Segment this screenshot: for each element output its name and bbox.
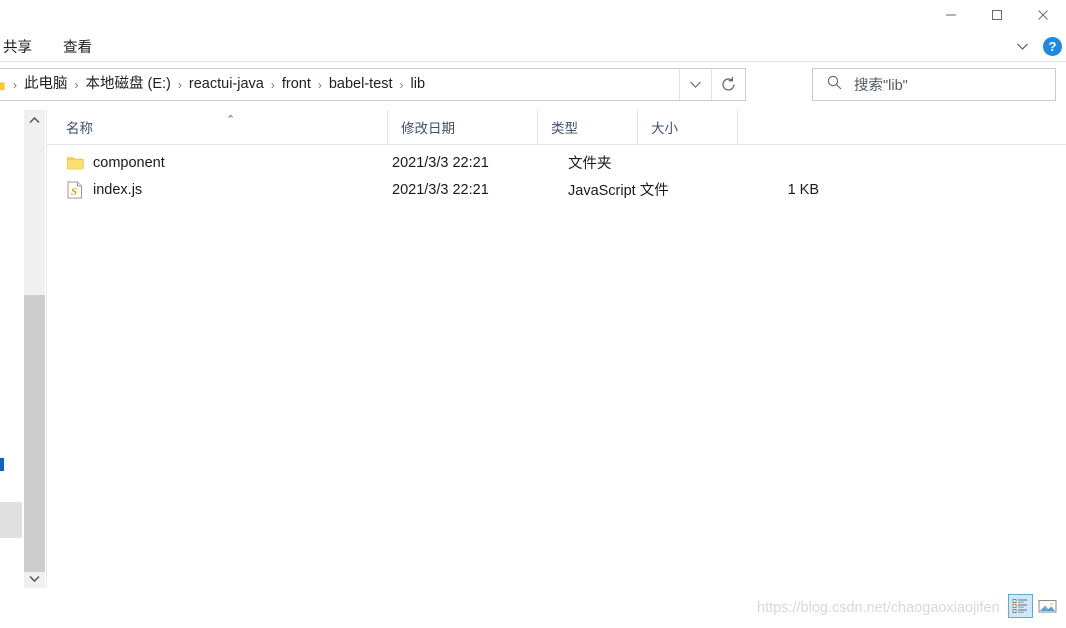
breadcrumb-item-reactui-java[interactable]: reactui-java — [184, 74, 269, 96]
address-bar-row: › 此电脑 › 本地磁盘 (E:) › reactui-java › front… — [0, 66, 1066, 106]
large-icons-view-button[interactable] — [1035, 594, 1060, 618]
tab-view[interactable]: 查看 — [63, 30, 92, 62]
nav-item-fragment — [0, 502, 22, 538]
file-name-label: component — [93, 154, 165, 171]
table-row[interactable]: S index.js 2021/3/3 22:21 JavaScript 文件 … — [47, 176, 1066, 203]
breadcrumb-item-lib[interactable]: lib — [406, 74, 431, 96]
address-bar[interactable]: › 此电脑 › 本地磁盘 (E:) › reactui-java › front… — [0, 68, 746, 101]
breadcrumb-separator-0: › — [13, 77, 17, 92]
column-header-size-label: 大小 — [651, 121, 678, 136]
minimize-icon — [946, 14, 956, 16]
column-header-type-label: 类型 — [551, 121, 578, 136]
close-button[interactable] — [1020, 0, 1066, 30]
address-history-dropdown-button[interactable] — [679, 69, 711, 100]
tab-share-label: 共享 — [3, 39, 32, 56]
file-name-label: index.js — [93, 181, 143, 198]
title-bar — [0, 0, 1066, 30]
column-header-type[interactable]: 类型 — [538, 110, 638, 144]
file-type-cell: 文件夹 — [568, 156, 612, 172]
watermark-text: https://blog.csdn.net/chaogaoxiaojifen — [757, 600, 1000, 616]
javascript-file-icon: S — [66, 181, 84, 199]
file-name-cell: component — [66, 149, 388, 176]
column-header-size[interactable]: 大小 — [638, 110, 738, 144]
tab-view-label: 查看 — [63, 39, 92, 56]
chevron-down-icon — [690, 81, 701, 88]
scrollbar-down-button[interactable] — [24, 568, 45, 588]
minimize-button[interactable] — [928, 0, 974, 30]
sort-ascending-icon: ⌃ — [226, 114, 236, 126]
chevron-down-icon — [1016, 43, 1028, 50]
close-icon — [1038, 10, 1048, 20]
maximize-button[interactable] — [974, 0, 1020, 30]
breadcrumb-item-local-disk-e[interactable]: 本地磁盘 (E:) — [81, 74, 176, 96]
breadcrumb-separator-2[interactable]: › — [176, 78, 184, 92]
breadcrumb-separator-1[interactable]: › — [73, 78, 81, 92]
window-controls — [928, 0, 1066, 30]
file-type-cell: JavaScript 文件 — [568, 183, 669, 199]
column-header-name[interactable]: 名称 ⌃ — [53, 110, 388, 144]
ribbon-tab-bar: 共享 查看 ? — [0, 30, 1066, 62]
refresh-icon — [722, 76, 735, 91]
ribbon-right-controls: ? — [1009, 30, 1062, 62]
column-header-name-label: 名称 — [66, 121, 93, 136]
column-header-date-label: 修改日期 — [401, 121, 455, 136]
details-view-icon — [1012, 599, 1027, 613]
file-date-cell: 2021/3/3 22:21 — [392, 154, 489, 171]
table-row[interactable]: component 2021/3/3 22:21 文件夹 — [47, 149, 1066, 176]
file-size-cell: 1 KB — [787, 181, 819, 198]
search-placeholder: 搜索"lib" — [854, 78, 908, 94]
breadcrumb-separator-4[interactable]: › — [316, 78, 324, 92]
tab-share[interactable]: 共享 — [3, 30, 32, 62]
breadcrumb-item-this-pc[interactable]: 此电脑 — [19, 74, 73, 96]
scrollbar-up-button[interactable] — [24, 110, 45, 130]
folder-icon — [0, 76, 9, 94]
file-size-cell — [747, 149, 819, 176]
search-input[interactable]: 搜索"lib" — [812, 68, 1056, 101]
breadcrumb-separator-5[interactable]: › — [398, 78, 406, 92]
nav-selection-indicator — [0, 458, 4, 471]
folder-icon — [66, 154, 84, 172]
breadcrumb: › 此电脑 › 本地磁盘 (E:) › reactui-java › front… — [9, 69, 679, 100]
maximize-icon — [992, 10, 1002, 20]
ribbon-collapse-button[interactable] — [1009, 33, 1035, 59]
status-bar: https://blog.csdn.net/chaogaoxiaojifen — [0, 588, 1066, 628]
file-rows: component 2021/3/3 22:21 文件夹 S index.js … — [47, 145, 1066, 203]
scrollbar-thumb[interactable] — [24, 295, 45, 572]
breadcrumb-item-front[interactable]: front — [277, 74, 316, 96]
chevron-down-icon — [29, 575, 40, 582]
help-button-label: ? — [1048, 38, 1057, 54]
details-view-button[interactable] — [1008, 594, 1033, 618]
file-name-cell: S index.js — [66, 176, 388, 203]
navigation-pane-scrollbar[interactable] — [24, 110, 45, 588]
navigation-pane — [0, 110, 47, 588]
breadcrumb-separator-3[interactable]: › — [269, 78, 277, 92]
column-header-row: 名称 ⌃ 修改日期 类型 大小 — [47, 110, 1066, 145]
refresh-button[interactable] — [711, 69, 745, 100]
search-icon — [827, 75, 842, 95]
breadcrumb-item-babel-test[interactable]: babel-test — [324, 74, 398, 96]
chevron-up-icon — [29, 116, 40, 123]
svg-text:S: S — [71, 186, 77, 198]
view-mode-buttons — [1008, 594, 1060, 618]
column-header-date-modified[interactable]: 修改日期 — [388, 110, 538, 144]
file-list-view[interactable]: 名称 ⌃ 修改日期 类型 大小 component 2021/3/3 22:21… — [47, 110, 1066, 588]
ribbon-divider — [0, 61, 1066, 62]
file-explorer-window: 共享 查看 ? › 此电脑 › 本地磁盘 (E:) › reactui-java… — [0, 0, 1066, 628]
file-date-cell: 2021/3/3 22:21 — [392, 181, 489, 198]
help-button[interactable]: ? — [1043, 36, 1062, 56]
large-icons-view-icon — [1038, 600, 1057, 613]
